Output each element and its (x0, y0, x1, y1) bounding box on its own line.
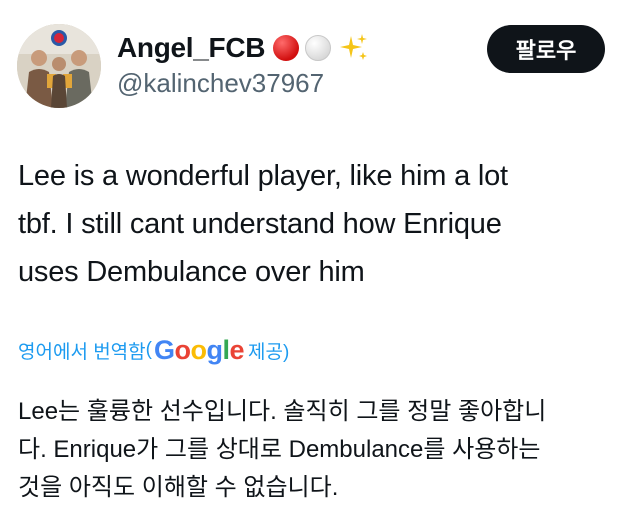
user-handle[interactable]: @kalinchev37967 (117, 68, 369, 99)
tweet-text: Lee is a wonderful player, like him a lo… (18, 152, 618, 296)
google-logo-letter: l (222, 334, 230, 365)
tweet-header: Angel_FCB @kalinchev37967 팔로우 (0, 0, 640, 120)
follow-button[interactable]: 팔로우 (487, 25, 605, 73)
translation-attribution[interactable]: 영어에서 번역함 ( Google 제공) (18, 333, 289, 367)
sparkles-icon (340, 34, 368, 60)
translated-text-line: 것을 아직도 이해할 수 없습니다. (18, 474, 339, 501)
translated-text-line: Lee는 훌륭한 선수입니다. 솔직히 그를 정말 좋아합니 (18, 398, 547, 425)
translated-text-line: 다. Enrique가 그를 상대로 Dembulance를 사용하는 (18, 436, 541, 463)
translation-open-paren: ( (145, 339, 152, 360)
tweet-text-line: Lee is a wonderful player, like him a lo… (18, 160, 508, 192)
display-name[interactable]: Angel_FCB (117, 32, 266, 64)
translation-label: 영어에서 번역함 (18, 341, 146, 363)
translation-provider-suffix: 제공) (248, 341, 290, 363)
google-logo-letter: o (174, 334, 191, 365)
tweet-text-line: tbf. I still cant understand how Enrique (18, 208, 502, 240)
user-names: Angel_FCB @kalinchev37967 (117, 30, 369, 99)
display-name-row: Angel_FCB (117, 30, 369, 66)
translated-text: Lee는 훌륭한 선수입니다. 솔직히 그를 정말 좋아합니 다. Enriqu… (18, 393, 628, 507)
white-circle-icon (305, 35, 332, 61)
google-logo: Google (153, 334, 245, 366)
name-emojis (273, 32, 369, 64)
google-logo-letter: o (190, 334, 207, 365)
avatar-image (17, 24, 101, 108)
google-logo-letter: e (229, 334, 245, 365)
avatar[interactable] (17, 24, 101, 108)
tweet-text-line: uses Dembulance over him (18, 256, 365, 288)
red-circle-icon (273, 35, 300, 61)
google-logo-letter: G (153, 334, 175, 365)
google-logo-letter: g (206, 334, 223, 365)
